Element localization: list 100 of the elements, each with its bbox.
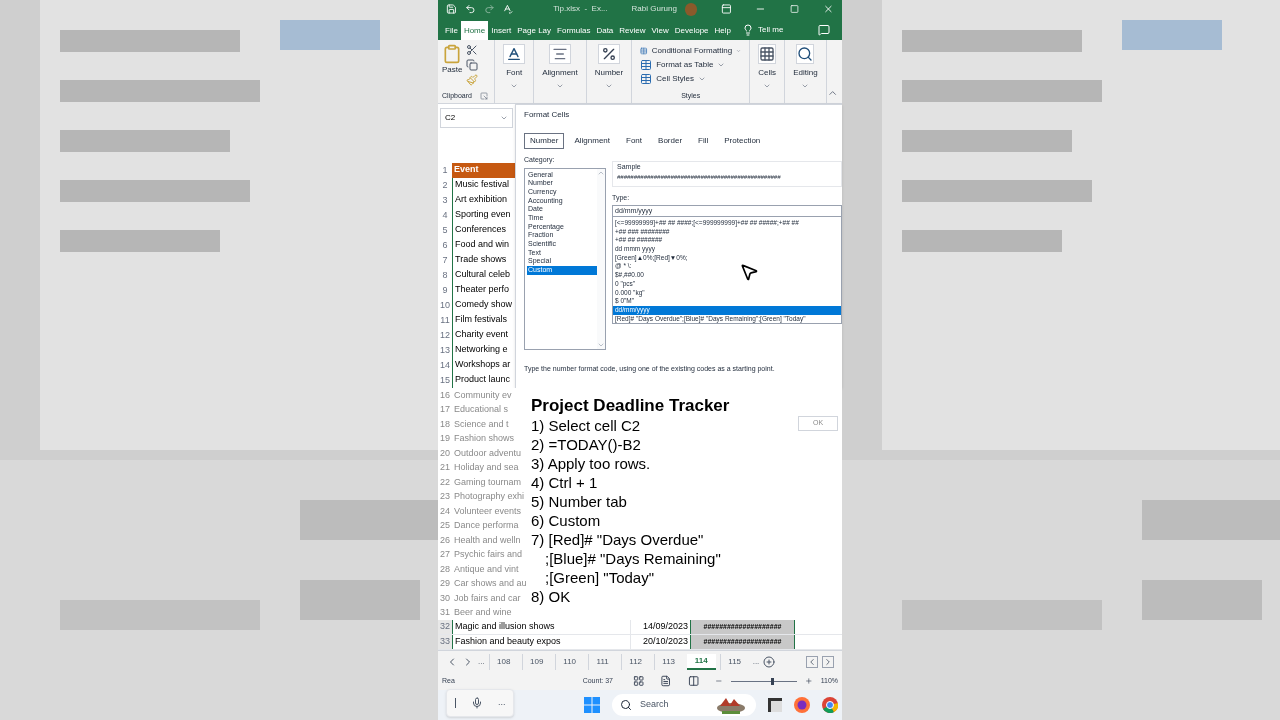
sheet-tab[interactable]: 115 — [719, 653, 749, 670]
ribbon-tab[interactable]: View — [648, 21, 672, 40]
comment-icon[interactable] — [818, 24, 830, 36]
undo-icon[interactable] — [464, 3, 476, 15]
more-options[interactable]: ... — [497, 696, 506, 710]
sheet-tab[interactable]: 113 — [653, 653, 683, 670]
pointer-icon — [739, 262, 759, 282]
styles-menu-button[interactable]: Format as Table — [640, 58, 742, 72]
browser-icon[interactable] — [822, 697, 838, 713]
search-field[interactable]: Search — [612, 694, 756, 716]
table-cell: Event — [452, 163, 515, 178]
search-icon — [797, 46, 814, 62]
search-icon — [620, 699, 632, 711]
cut-icon[interactable] — [466, 44, 479, 56]
microphone-icon[interactable] — [470, 697, 483, 709]
zoom-in-icon[interactable] — [805, 677, 813, 685]
table-cell-text: Outdoor adventu — [453, 446, 522, 460]
dialog-title: Format Cells — [524, 109, 571, 121]
ribbon-button[interactable]: Cells — [758, 44, 777, 90]
more-sheets[interactable]: ... — [478, 655, 485, 668]
tell-me-field[interactable]: Tell me — [758, 24, 784, 36]
normal-view-icon[interactable] — [633, 675, 645, 687]
caption-title: Project Deadline Tracker — [531, 396, 731, 416]
row-number: 33 — [438, 635, 452, 649]
sheet-tab[interactable]: 109 — [521, 653, 551, 670]
caret-icon — [604, 82, 613, 90]
ribbon-button[interactable]: Font — [503, 44, 526, 90]
ribbon-button[interactable]: Alignment — [542, 44, 578, 90]
row-number: 32 — [438, 620, 452, 634]
paste-button[interactable]: Paste — [442, 44, 463, 86]
sheet-tab[interactable]: 112 — [620, 653, 650, 670]
row-number: 3 — [441, 193, 449, 207]
app-icon[interactable] — [768, 698, 782, 712]
ribbon-tab[interactable]: Help — [711, 21, 734, 40]
dialog-tab[interactable]: Alignment — [568, 133, 617, 149]
table-cell-text: Health and welln — [453, 533, 521, 547]
ribbon-button[interactable]: Editing — [793, 44, 818, 90]
dialog-tab[interactable]: Fill — [692, 133, 715, 149]
row-number: 21 — [439, 461, 451, 474]
zoom-thumb[interactable] — [770, 677, 774, 685]
ribbon-display-icon[interactable] — [720, 3, 732, 15]
add-sheet-icon[interactable] — [763, 655, 776, 668]
row-number: 23 — [439, 490, 451, 503]
dialog-tab[interactable]: Protection — [718, 133, 767, 149]
styles-menu-button[interactable]: Cell Styles — [640, 72, 742, 86]
styles-menu-button[interactable]: Conditional Formatting — [640, 44, 742, 58]
dialog-launcher-icon[interactable] — [479, 91, 488, 100]
caret-icon — [763, 82, 772, 90]
ribbon-tab[interactable]: Home — [460, 21, 489, 40]
ribbon-tab[interactable]: Data — [593, 21, 617, 40]
caption-line: 8) OK — [531, 587, 572, 606]
sheet-tab[interactable]: 110 — [554, 653, 584, 670]
copy-icon[interactable] — [466, 59, 479, 71]
ribbon-tab[interactable]: Page Lay — [514, 21, 555, 40]
table-cell-text: Holiday and sea — [453, 461, 519, 474]
table-cell-text: Volunteer events — [453, 504, 522, 518]
row-number: 29 — [439, 577, 451, 590]
sheet-tab[interactable]: 114 — [686, 653, 716, 670]
page-layout-icon[interactable] — [660, 675, 672, 687]
scroll-right-icon[interactable] — [822, 655, 834, 668]
scroll-left-icon[interactable] — [806, 655, 818, 668]
dialog-tab[interactable]: Border — [652, 133, 689, 149]
caret-icon — [555, 82, 564, 90]
name-box[interactable]: C2 — [440, 108, 513, 128]
dialog-tab[interactable]: Number — [524, 133, 565, 149]
table-cell-text: Dance performa — [453, 519, 519, 532]
ribbon-tab[interactable]: File — [442, 21, 461, 40]
sheet-tab[interactable]: 111 — [587, 653, 617, 670]
alignment-icon — [551, 46, 568, 62]
more-sheets[interactable]: ... — [752, 655, 760, 668]
ribbon-button[interactable]: Number — [594, 44, 624, 90]
row-number: 26 — [439, 533, 451, 547]
row-number: 22 — [439, 475, 451, 489]
ribbon-tab[interactable]: Formulas — [554, 21, 594, 40]
page-break-icon[interactable] — [687, 675, 700, 687]
caret-icon — [736, 47, 742, 55]
table-icon — [640, 59, 653, 71]
save-icon[interactable] — [446, 3, 457, 15]
format-painter-icon[interactable] — [466, 74, 479, 86]
row-number: 10 — [439, 298, 451, 312]
caption-line: 1) Select cell C2 — [531, 416, 642, 435]
row-number: 14 — [439, 358, 451, 372]
table-cell-text: Photography exhi — [453, 490, 525, 503]
browser-icon[interactable] — [794, 697, 810, 713]
spell-check-icon[interactable] — [502, 3, 514, 15]
dialog-tab[interactable]: Font — [620, 133, 649, 149]
ribbon-tab[interactable]: Develope — [671, 21, 712, 40]
row-number: 1 — [441, 163, 449, 177]
row-number: 16 — [439, 388, 451, 402]
caption-line: 7) [Red]# "Days Overdue" — [531, 530, 705, 549]
row-number: 28 — [439, 562, 451, 576]
maximize-icon[interactable] — [790, 4, 800, 14]
ribbon-tab[interactable]: Review — [616, 21, 649, 40]
ribbon-tab[interactable]: Insert — [488, 21, 515, 40]
table-cell-text: Science and t — [453, 417, 509, 431]
row-number: 15 — [439, 373, 451, 387]
close-icon[interactable] — [823, 3, 834, 15]
sheet-tab[interactable]: 108 — [488, 653, 518, 670]
row-number: 4 — [441, 208, 449, 222]
row-number: 12 — [439, 328, 451, 342]
